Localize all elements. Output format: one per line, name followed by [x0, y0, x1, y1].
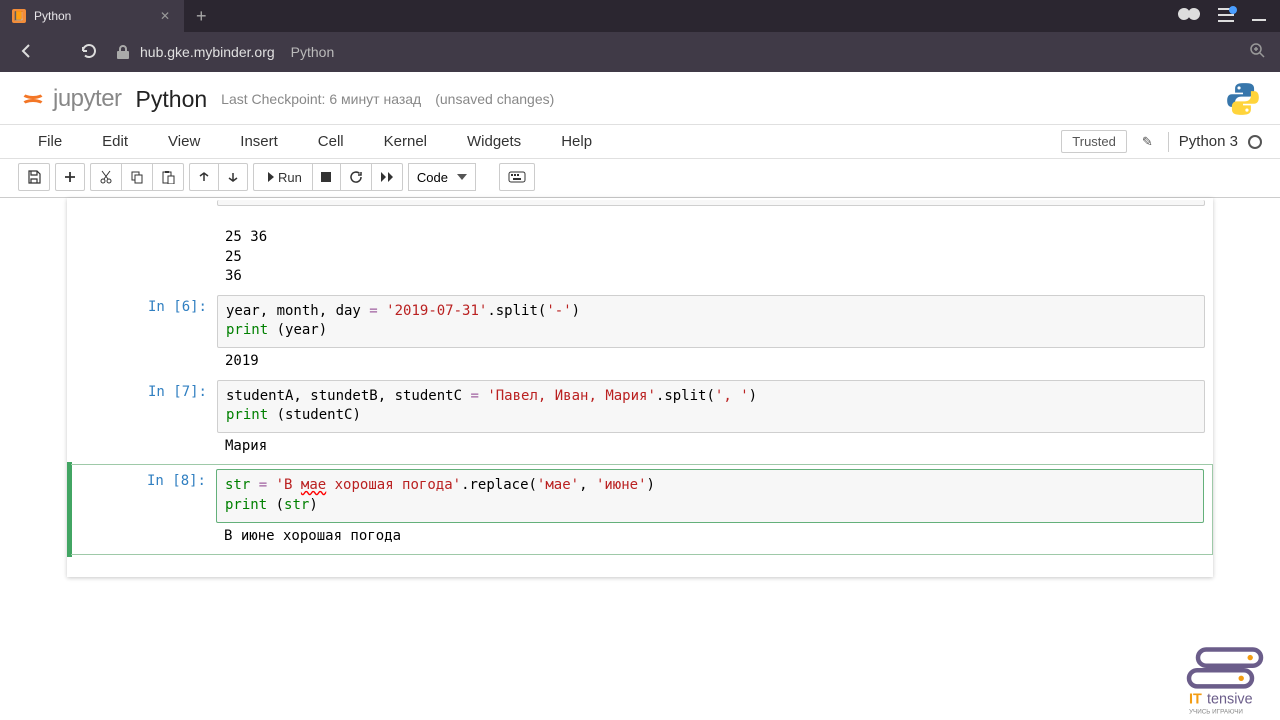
paste-button[interactable]: [152, 163, 184, 191]
output-prompt-7: x: [72, 433, 217, 461]
trusted-badge[interactable]: Trusted: [1061, 130, 1127, 153]
menu-insert[interactable]: Insert: [220, 127, 298, 156]
input-prompt-8: In [8]:: [71, 469, 216, 522]
notebook-name[interactable]: Python: [136, 86, 208, 113]
close-tab-icon[interactable]: ✕: [156, 7, 174, 25]
notebook-container: x 25 36 25 36 In [6]: year, month, day =…: [67, 198, 1213, 577]
menu-view[interactable]: View: [148, 127, 220, 156]
run-button[interactable]: Run: [253, 163, 312, 191]
address-bar[interactable]: hub.gke.mybinder.org Python: [116, 43, 1266, 62]
python-logo-icon: [1224, 80, 1262, 118]
menu-file[interactable]: File: [18, 127, 82, 156]
edit-icon[interactable]: ✎: [1137, 132, 1158, 152]
url-host: hub.gke.mybinder.org: [140, 44, 275, 60]
checkpoint-status: Last Checkpoint: 6 минут назад: [221, 91, 421, 107]
menubar: File Edit View Insert Cell Kernel Widget…: [0, 125, 1280, 159]
restart-button[interactable]: [340, 163, 371, 191]
code-cell-7[interactable]: In [7]: studentA, stundetB, studentC = '…: [67, 378, 1213, 463]
zoom-icon[interactable]: [1250, 43, 1266, 62]
new-tab-button[interactable]: +: [184, 6, 219, 27]
move-down-button[interactable]: [218, 163, 248, 191]
jupyter-logo-icon: [18, 84, 48, 114]
reload-button[interactable]: [76, 38, 102, 67]
save-button[interactable]: [18, 163, 50, 191]
input-prompt-6: In [6]:: [72, 295, 217, 348]
divider: [1168, 132, 1169, 152]
back-button[interactable]: [14, 38, 40, 67]
minimize-icon[interactable]: [1252, 8, 1266, 25]
jupyter-header: jupyter Python Last Checkpoint: 6 минут …: [0, 72, 1280, 125]
input-prompt-5: [72, 200, 217, 224]
tab-title: Python: [34, 9, 148, 23]
kernel-name[interactable]: Python 3: [1179, 133, 1238, 150]
copy-button[interactable]: [121, 163, 152, 191]
toolbar: Run Code: [0, 159, 1280, 198]
code-input-8[interactable]: str = 'В мае хорошая погода'.replace('ма…: [216, 469, 1204, 522]
menu-icon[interactable]: [1218, 8, 1234, 25]
code-input-7[interactable]: studentA, stundetB, studentC = 'Павел, И…: [217, 380, 1205, 433]
command-palette-button[interactable]: [499, 163, 535, 191]
input-prompt-7: In [7]:: [72, 380, 217, 433]
forward-button[interactable]: [54, 48, 62, 56]
menu-help[interactable]: Help: [541, 127, 612, 156]
svg-text:tensive: tensive: [1207, 692, 1253, 708]
code-input-6[interactable]: year, month, day = '2019-07-31'.split('-…: [217, 295, 1205, 348]
cut-button[interactable]: [90, 163, 121, 191]
output-text-5: 25 36 25 36: [217, 224, 1205, 291]
output-text-7: Мария: [217, 433, 1205, 461]
jupyter-favicon-icon: 📙: [12, 9, 26, 23]
add-cell-button[interactable]: [55, 163, 85, 191]
browser-toolbar: hub.gke.mybinder.org Python: [0, 32, 1280, 72]
svg-text:IT: IT: [1189, 692, 1202, 708]
code-cell-8[interactable]: In [8]: str = 'В мае хорошая погода'.rep…: [67, 462, 1213, 557]
interrupt-button[interactable]: [312, 163, 340, 191]
svg-text:УЧИСЬ ИГРАЮЧИ: УЧИСЬ ИГРАЮЧИ: [1189, 708, 1243, 715]
menu-widgets[interactable]: Widgets: [447, 127, 541, 156]
output-text-6: 2019: [217, 348, 1205, 376]
cell-5-tail: x 25 36 25 36: [67, 198, 1213, 293]
jupyter-logo-text: jupyter: [53, 85, 122, 113]
move-up-button[interactable]: [189, 163, 218, 191]
menu-kernel[interactable]: Kernel: [364, 127, 447, 156]
menu-cell[interactable]: Cell: [298, 127, 364, 156]
output-prompt-6: x: [72, 348, 217, 376]
lock-icon: [116, 45, 130, 59]
unsaved-status: (unsaved changes): [435, 91, 554, 107]
jupyter-logo[interactable]: jupyter: [18, 84, 122, 114]
output-text-8: В июне хорошая погода: [216, 523, 1204, 551]
notebook-area: x 25 36 25 36 In [6]: year, month, day =…: [0, 198, 1280, 577]
watermark-logo: IT tensive УЧИСЬ ИГРАЮЧИ: [1180, 645, 1270, 720]
output-prompt-8: x: [71, 523, 216, 551]
browser-tab-strip: 📙 Python ✕ +: [0, 0, 1280, 32]
reader-icon[interactable]: [1178, 8, 1200, 25]
menu-edit[interactable]: Edit: [82, 127, 148, 156]
browser-tab[interactable]: 📙 Python ✕: [0, 0, 184, 32]
code-cell-6[interactable]: In [6]: year, month, day = '2019-07-31'.…: [67, 293, 1213, 378]
cell-type-select[interactable]: Code: [408, 163, 476, 191]
restart-run-all-button[interactable]: [371, 163, 403, 191]
url-path: Python: [291, 44, 335, 60]
output-prompt-5: x: [72, 224, 217, 291]
kernel-indicator-icon[interactable]: [1248, 135, 1262, 149]
